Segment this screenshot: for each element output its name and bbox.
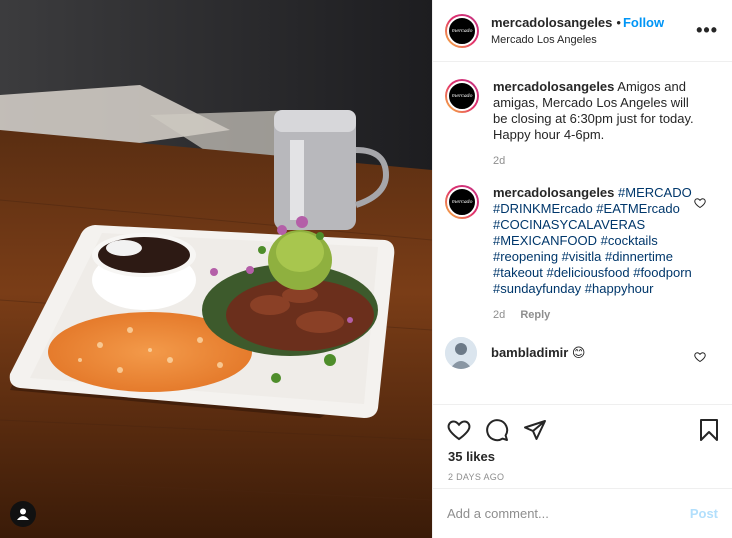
- reply-button[interactable]: Reply: [520, 309, 550, 321]
- list-item: bambladimir 😊: [433, 337, 732, 369]
- caption-comment: mercado mercadolosangeles Amigos and ami…: [433, 79, 732, 169]
- comment-input[interactable]: [447, 506, 690, 521]
- avatar[interactable]: [445, 337, 477, 369]
- avatar-logo-text: mercado: [451, 93, 473, 99]
- hashtags-text[interactable]: #MERCADO #DRINKMErcado #EATMErcado #COCI…: [493, 185, 692, 296]
- avatar-logo-text: mercado: [451, 199, 473, 205]
- avatar[interactable]: mercado: [445, 13, 479, 48]
- follow-button[interactable]: Follow: [623, 15, 664, 30]
- list-item: mercado mercadolosangeles #MERCADO #DRIN…: [433, 185, 732, 323]
- comment-username[interactable]: mercadolosangeles: [493, 79, 614, 94]
- comment-time[interactable]: 2d: [493, 309, 505, 321]
- comment-icon[interactable]: [485, 418, 509, 442]
- add-comment-bar: Post: [433, 488, 732, 538]
- avatar[interactable]: mercado: [445, 185, 479, 219]
- food-photo: [0, 0, 432, 538]
- post-header: mercado mercadolosangeles • Follow Mercado…: [433, 0, 732, 62]
- header-username[interactable]: mercadolosangeles: [491, 15, 612, 30]
- heart-icon[interactable]: [447, 418, 471, 442]
- like-comment-heart-icon[interactable]: [694, 197, 706, 212]
- post-details-panel: mercado mercadolosangeles • Follow Mercado…: [432, 0, 732, 538]
- post-date[interactable]: 2 DAYS AGO: [433, 464, 732, 482]
- comment-text: 😊: [571, 345, 586, 360]
- like-comment-heart-icon[interactable]: [694, 351, 706, 366]
- post-photo[interactable]: [0, 0, 432, 538]
- more-icon[interactable]: •••: [696, 20, 718, 41]
- comment-username[interactable]: bambladimir: [491, 345, 568, 360]
- avatar[interactable]: mercado: [445, 79, 479, 113]
- tagged-user-icon[interactable]: [10, 501, 36, 527]
- post-actions: 35 likes 2 DAYS AGO: [433, 404, 732, 482]
- share-icon[interactable]: [523, 418, 547, 442]
- comment-time[interactable]: 2d: [493, 153, 700, 169]
- location-link[interactable]: Mercado Los Angeles: [491, 34, 696, 46]
- avatar-logo-text: mercado: [451, 27, 473, 34]
- comment-username[interactable]: mercadolosangeles: [493, 185, 614, 200]
- post-button[interactable]: Post: [690, 506, 718, 521]
- likes-count[interactable]: 35 likes: [433, 447, 732, 464]
- bookmark-icon[interactable]: [698, 418, 720, 442]
- comments-list[interactable]: mercado mercadolosangeles Amigos and ami…: [433, 63, 732, 403]
